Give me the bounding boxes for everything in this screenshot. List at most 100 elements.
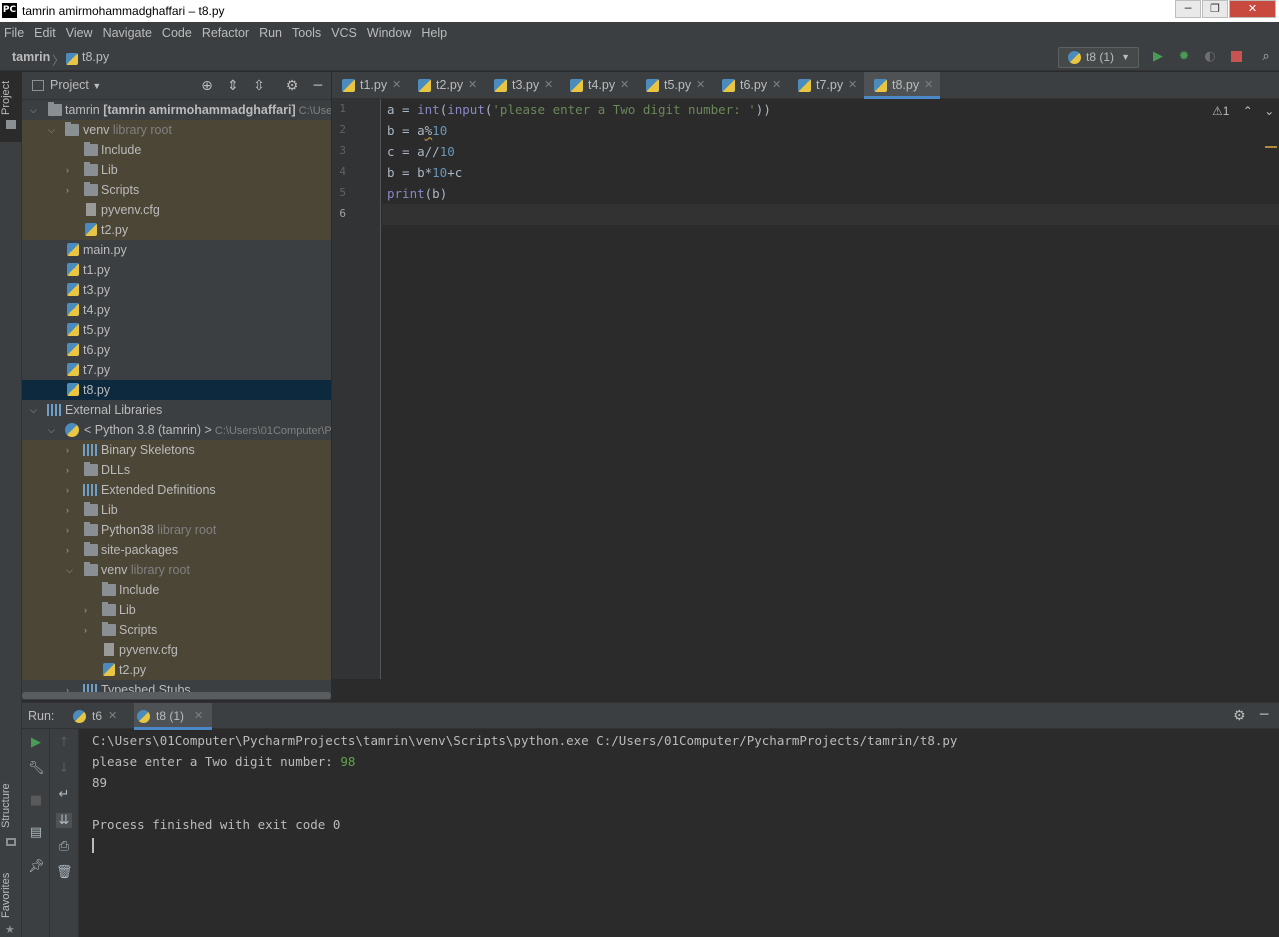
- arrow-up-icon[interactable]: ↑: [56, 735, 72, 750]
- tab-t3-py[interactable]: t3.py ✕: [484, 72, 558, 99]
- tree-node-t2-py[interactable]: t2.py: [22, 660, 331, 680]
- tree-node-python38[interactable]: › Python38 library root: [22, 520, 331, 540]
- stop-icon[interactable]: ■: [28, 793, 44, 808]
- run-tab-t8-1[interactable]: t8 (1) ✕: [134, 703, 212, 730]
- tree-node-site-packages[interactable]: › site-packages: [22, 540, 331, 560]
- chevron-right-icon[interactable]: ›: [66, 540, 76, 560]
- chevron-down-icon[interactable]: ⌵: [30, 100, 40, 120]
- close-icon[interactable]: ✕: [392, 72, 401, 99]
- chevron-right-icon[interactable]: ›: [66, 160, 76, 180]
- tree-node-pyvenv-cfg[interactable]: pyvenv.cfg: [22, 640, 331, 660]
- tree-node-t1-py[interactable]: t1.py: [22, 260, 331, 280]
- run-tab-t6[interactable]: t6 ✕: [70, 703, 126, 730]
- tree-node-venv-lib[interactable]: ⌵ venv library root: [22, 560, 331, 580]
- chevron-right-icon[interactable]: ›: [66, 180, 76, 200]
- favorites-tool-tab[interactable]: Favorites ★: [0, 867, 22, 937]
- chevron-down-icon[interactable]: ⌵: [66, 560, 76, 580]
- menu-run[interactable]: Run: [254, 22, 287, 44]
- tree-node-python-sdk[interactable]: ⌵ < Python 3.8 (tamrin) > C:\Users\01Com…: [22, 420, 331, 440]
- close-icon[interactable]: ✕: [108, 703, 117, 729]
- tree-node-external-libraries[interactable]: ⌵ External Libraries: [22, 400, 331, 420]
- chevron-right-icon[interactable]: ›: [66, 440, 76, 460]
- hide-panel-icon[interactable]: ─: [1260, 707, 1268, 723]
- chevron-right-icon[interactable]: ›: [66, 500, 76, 520]
- tree-node-venv[interactable]: ⌵ venv library root: [22, 120, 331, 140]
- tab-t4-py[interactable]: t4.py ✕: [560, 72, 634, 99]
- minimize-button[interactable]: ─: [1175, 0, 1201, 18]
- menu-refactor[interactable]: Refactor: [197, 22, 254, 44]
- tree-node-lib[interactable]: › Lib: [22, 600, 331, 620]
- tab-t2-py[interactable]: t2.py ✕: [408, 72, 482, 99]
- tree-node-include[interactable]: Include: [22, 580, 331, 600]
- close-icon[interactable]: ✕: [924, 72, 933, 99]
- print-icon[interactable]: ⎙: [56, 839, 72, 854]
- close-window-button[interactable]: ✕: [1229, 0, 1276, 18]
- coverage-icon[interactable]: ◐: [1202, 49, 1218, 65]
- tree-node-scripts[interactable]: › Scripts: [22, 620, 331, 640]
- chevron-down-icon[interactable]: ⌵: [48, 120, 58, 140]
- project-tool-tab[interactable]: Project: [0, 72, 22, 142]
- run-icon[interactable]: ▶: [1150, 49, 1166, 65]
- menu-vcs[interactable]: VCS: [326, 22, 362, 44]
- chevron-up-icon[interactable]: ⌃: [1243, 104, 1253, 118]
- tree-node-project-root[interactable]: ⌵ tamrin [tamrin amirmohammadghaffari] C…: [22, 100, 331, 120]
- expand-all-icon[interactable]: ⇕: [225, 78, 241, 94]
- tree-node-include[interactable]: Include: [22, 140, 331, 160]
- chevron-right-icon[interactable]: ›: [66, 480, 76, 500]
- chevron-down-icon[interactable]: ⌵: [30, 400, 40, 420]
- breadcrumb-project[interactable]: tamrin: [12, 50, 50, 64]
- chevron-down-icon[interactable]: ⌵: [48, 420, 58, 440]
- breadcrumb-file[interactable]: t8.py: [82, 50, 109, 64]
- stop-icon[interactable]: [1228, 49, 1244, 65]
- layout-icon[interactable]: ▤: [28, 825, 44, 840]
- code-editor[interactable]: 1 2 3 4 5 6 a = int(input('please enter …: [332, 99, 1279, 679]
- tree-node-lib[interactable]: › Lib: [22, 500, 331, 520]
- rerun-icon[interactable]: ▶: [28, 735, 44, 750]
- wrench-icon[interactable]: 🔧︎: [28, 761, 45, 776]
- close-icon[interactable]: ✕: [194, 703, 203, 729]
- tree-node-t4-py[interactable]: t4.py: [22, 300, 331, 320]
- structure-tool-tab[interactable]: Structure: [0, 778, 22, 848]
- scroll-to-end-icon[interactable]: ⇊: [56, 813, 72, 828]
- gear-icon[interactable]: ⚙: [284, 78, 300, 94]
- trash-icon[interactable]: 🗑︎: [56, 865, 73, 880]
- menu-window[interactable]: Window: [362, 22, 416, 44]
- menu-edit[interactable]: Edit: [29, 22, 61, 44]
- run-console-output[interactable]: C:\Users\01Computer\PycharmProjects\tamr…: [92, 730, 957, 853]
- soft-wrap-icon[interactable]: ↵: [56, 787, 72, 802]
- warning-stripe-marker[interactable]: [1265, 146, 1277, 148]
- tree-node-lib[interactable]: › Lib: [22, 160, 331, 180]
- tab-t8-py[interactable]: t8.py ✕: [864, 72, 940, 99]
- close-icon[interactable]: ✕: [468, 72, 477, 99]
- close-icon[interactable]: ✕: [772, 72, 781, 99]
- tab-t5-py[interactable]: t5.py ✕: [636, 72, 710, 99]
- run-configuration-select[interactable]: t8 (1) ▼: [1058, 47, 1139, 68]
- close-icon[interactable]: ✕: [620, 72, 629, 99]
- horizontal-scrollbar[interactable]: [22, 692, 331, 699]
- chevron-down-icon[interactable]: ⌄: [1264, 104, 1274, 118]
- tab-t7-py[interactable]: t7.py ✕: [788, 72, 862, 99]
- tree-node-scripts[interactable]: › Scripts: [22, 180, 331, 200]
- tree-node-t7-py[interactable]: t7.py: [22, 360, 331, 380]
- close-icon[interactable]: ✕: [848, 72, 857, 99]
- menu-navigate[interactable]: Navigate: [98, 22, 157, 44]
- locate-file-icon[interactable]: ⊕: [199, 78, 215, 94]
- gear-icon[interactable]: ⚙: [1233, 708, 1246, 724]
- tree-node-main-py[interactable]: main.py: [22, 240, 331, 260]
- chevron-right-icon[interactable]: ›: [66, 460, 76, 480]
- tree-node-dlls[interactable]: › DLLs: [22, 460, 331, 480]
- maximize-button[interactable]: ❐: [1202, 0, 1228, 18]
- tree-node-t2-py[interactable]: t2.py: [22, 220, 331, 240]
- search-everywhere-icon[interactable]: ⌕: [1258, 49, 1274, 65]
- tab-t1-py[interactable]: t1.py ✕: [332, 72, 406, 99]
- chevron-right-icon[interactable]: ›: [84, 600, 94, 620]
- tree-node-extended-definitions[interactable]: › Extended Definitions: [22, 480, 331, 500]
- tree-node-binary-skeletons[interactable]: › Binary Skeletons: [22, 440, 331, 460]
- pin-icon[interactable]: 📌︎: [28, 859, 45, 874]
- tab-t6-py[interactable]: t6.py ✕: [712, 72, 786, 99]
- chevron-right-icon[interactable]: ›: [84, 620, 94, 640]
- menu-code[interactable]: Code: [157, 22, 197, 44]
- debug-icon[interactable]: ✹: [1176, 49, 1192, 65]
- close-icon[interactable]: ✕: [544, 72, 553, 99]
- inspection-widget[interactable]: ⚠1 ⌃ ⌄: [1212, 104, 1274, 118]
